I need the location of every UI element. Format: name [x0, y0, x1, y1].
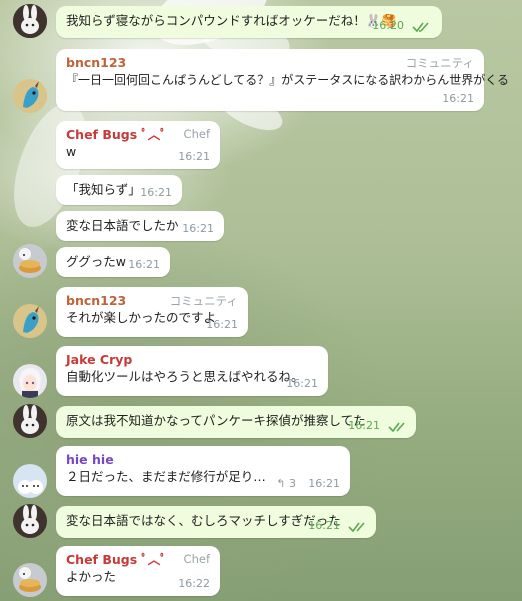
double-check-icon: [412, 22, 429, 33]
message-text: 変な日本語ではなく、むしろマッチしすぎだった: [66, 513, 341, 528]
message-time: 16:21: [308, 477, 340, 490]
message-bubble[interactable]: 原文は我不知道かなってパンケーキ探偵が推察してた 16:21: [56, 406, 416, 438]
message-text: 原文は我不知道かなってパンケーキ探偵が推察してた: [66, 413, 366, 428]
message-bubble[interactable]: ググったw 16:21: [56, 247, 170, 277]
sender-badge: コミュニティ: [405, 56, 474, 70]
message-time: 16:21: [128, 258, 160, 271]
message-bubble[interactable]: 変な日本語でしたか 16:21: [56, 211, 224, 241]
anime-avatar-icon[interactable]: [13, 364, 47, 398]
message-time: 16:21: [348, 419, 380, 432]
sender-badge: Chef: [183, 127, 210, 141]
message-time: 16:20: [372, 19, 404, 32]
double-check-icon: [388, 422, 405, 433]
message-time: 16:21: [286, 377, 318, 390]
dragon-avatar-icon[interactable]: [13, 304, 47, 338]
message-bubble[interactable]: Jake Cryp 自動化ツールはやろうと思えばやれるね。 16:21: [56, 346, 328, 396]
sender-name[interactable]: Jake Cryp: [66, 352, 318, 368]
dragon-avatar-icon[interactable]: [13, 79, 47, 113]
sender-badge: コミュニティ: [169, 294, 238, 308]
message-text: 「我知らず」: [66, 182, 141, 197]
cat-avatar-icon[interactable]: [13, 464, 47, 498]
message-text: 自動化ツールはやろうと思えばやれるね。: [66, 369, 304, 384]
message-text: 我知らず寝ながらコンパウンドすればオッケーだね！🐰🥞: [66, 13, 397, 28]
rabbit-avatar-icon[interactable]: [13, 404, 47, 438]
message-time: 16:21: [308, 519, 340, 532]
chef-avatar-icon[interactable]: [13, 563, 47, 597]
message-time: 16:21: [140, 186, 172, 199]
message-bubble[interactable]: 「我知らず」 16:21: [56, 175, 182, 205]
message-bubble[interactable]: hie hie ２日だった、まだまだ修行が足りない… ↰ 3 16:21: [56, 446, 350, 496]
message-time: 16:21: [182, 222, 214, 235]
message-bubble[interactable]: bncn123 コミュニティ 『一日一回何回こんぱうんどしてる？』がステータスに…: [56, 49, 510, 111]
rabbit-avatar-icon[interactable]: [13, 504, 47, 538]
reply-arrow-icon: ↰: [276, 477, 286, 490]
message-text: ２日だった、まだまだ修行が足りない…: [66, 469, 266, 484]
message-time: 16:21: [206, 318, 238, 331]
sender-badge: Chef: [183, 552, 210, 566]
message-time: 16:22: [178, 577, 210, 590]
message-bubble[interactable]: 我知らず寝ながらコンパウンドすればオッケーだね！🐰🥞 16:20: [56, 6, 442, 38]
message-text: 『一日一回何回こんぱうんどしてる？』がステータスになる訳わからん世界がくる: [66, 73, 510, 87]
message-text: ググったw: [66, 254, 126, 269]
reply-count-value: 3: [289, 477, 296, 490]
message-text: 変な日本語でしたか: [66, 218, 179, 233]
double-check-icon: [348, 522, 365, 533]
message-bubble[interactable]: bncn123 コミュニティ それが楽しかったのですよ 16:21: [56, 287, 248, 337]
rabbit-avatar-icon[interactable]: [13, 4, 47, 38]
message-bubble[interactable]: Chef Bugs ﾟ︿ﾟ Chef よかった 16:22: [56, 546, 220, 596]
message-bubble[interactable]: 変な日本語ではなく、むしろマッチしすぎだった 16:21: [56, 506, 376, 538]
chef-avatar-icon[interactable]: [13, 244, 47, 278]
message-bubble[interactable]: Chef Bugs ﾟ︿ﾟ Chef w 16:21: [56, 121, 220, 169]
message-time: 16:21: [178, 150, 210, 163]
reply-count[interactable]: ↰ 3: [276, 477, 296, 490]
sender-name[interactable]: hie hie: [66, 452, 340, 468]
message-time: 16:21: [442, 92, 474, 105]
